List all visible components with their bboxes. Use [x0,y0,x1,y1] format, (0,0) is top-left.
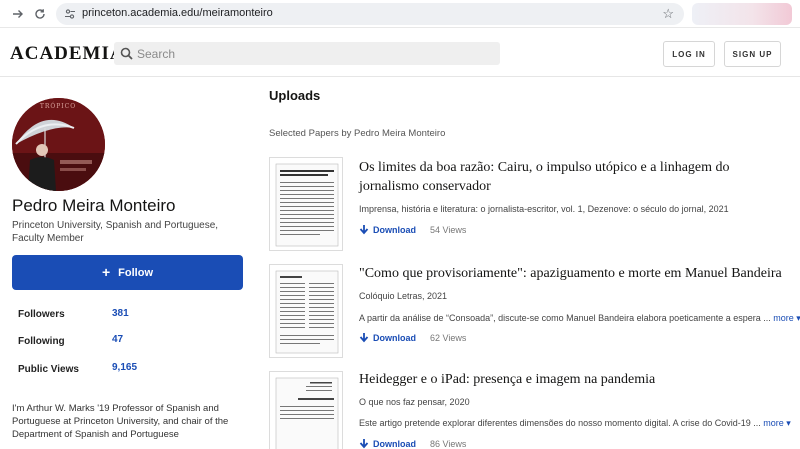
search-icon [120,47,133,60]
paper-actions: Download 62 Views [359,333,466,343]
signup-button[interactable]: SIGN UP [724,41,781,67]
following-count[interactable]: 47 [112,334,123,345]
download-icon[interactable] [359,333,369,343]
download-icon[interactable] [359,439,369,449]
site-header: ACADEMIA Search LOG IN SIGN UP [0,29,800,77]
academia-logo[interactable]: ACADEMIA [10,43,125,65]
paper-abstract: Este artigo pretende explorar diferentes… [359,418,791,429]
profile-affiliation[interactable]: Princeton University, Spanish and Portug… [12,219,242,245]
view-count: 86 Views [430,439,467,449]
browser-profile-area[interactable] [692,3,792,25]
paper-title[interactable]: Os limites da boa razão: Cairu, o impuls… [359,158,789,196]
view-count: 54 Views [430,225,467,235]
followers-count[interactable]: 381 [112,308,129,319]
download-button[interactable]: Download [373,225,416,235]
paper-title[interactable]: Heidegger e o iPad: presença e imagem na… [359,370,789,389]
avatar-text: TRÓPICO [40,102,76,110]
more-link[interactable]: more ▾ [763,418,791,428]
download-icon[interactable] [359,225,369,235]
paper-title[interactable]: "Como que provisoriamente": apaziguament… [359,264,789,283]
paper-abstract: A partir da análise de “Consoada”, discu… [359,313,800,324]
abstract-text: Este artigo pretende explorar diferentes… [359,418,761,428]
search-input[interactable]: Search [114,42,500,65]
download-button[interactable]: Download [373,439,416,449]
following-label: Following [18,336,65,347]
paper-actions: Download 54 Views [359,225,466,235]
avatar: TRÓPICO [12,98,105,191]
uploads-heading: Uploads [269,88,321,103]
public-views-label: Public Views [18,364,79,375]
view-count: 62 Views [430,333,467,343]
chevron-down-icon: ▾ [783,418,791,428]
chevron-down-icon: ▾ [796,313,800,323]
abstract-text: A partir da análise de “Consoada”, discu… [359,313,771,323]
download-button[interactable]: Download [373,333,416,343]
login-button[interactable]: LOG IN [663,41,715,67]
paper-thumbnail[interactable] [269,264,343,358]
selected-papers-label: Selected Papers by Pedro Meira Monteiro [269,128,446,139]
address-bar[interactable]: princeton.academia.edu/meiramonteiro ☆ [56,3,684,25]
paper-actions: Download 86 Views [359,439,466,449]
profile-bio: I'm Arthur W. Marks '19 Professor of Spa… [12,403,229,440]
bookmark-star-icon[interactable]: ☆ [662,6,674,22]
public-views-count: 9,165 [112,362,138,373]
paper-thumbnail[interactable] [269,371,343,449]
url-text: princeton.academia.edu/meiramonteiro [82,7,273,19]
reload-icon[interactable] [30,4,50,24]
paper-venue: Imprensa, história e literatura: o jorna… [359,204,729,214]
paper-venue: O que nos faz pensar, 2020 [359,397,470,407]
site-settings-icon[interactable] [64,8,76,20]
more-link[interactable]: more ▾ [773,313,800,323]
followers-label: Followers [18,309,65,320]
search-placeholder: Search [137,47,176,61]
paper-venue: Colóquio Letras, 2021 [359,291,448,301]
paper-thumbnail[interactable] [269,157,343,251]
browser-toolbar: princeton.academia.edu/meiramonteiro ☆ [0,0,800,28]
plus-icon: + [101,264,111,280]
follow-label: Follow [118,266,153,279]
follow-button[interactable]: + Follow [12,255,243,290]
arrow-right-icon[interactable] [8,4,28,24]
profile-name: Pedro Meira Monteiro [12,196,176,215]
